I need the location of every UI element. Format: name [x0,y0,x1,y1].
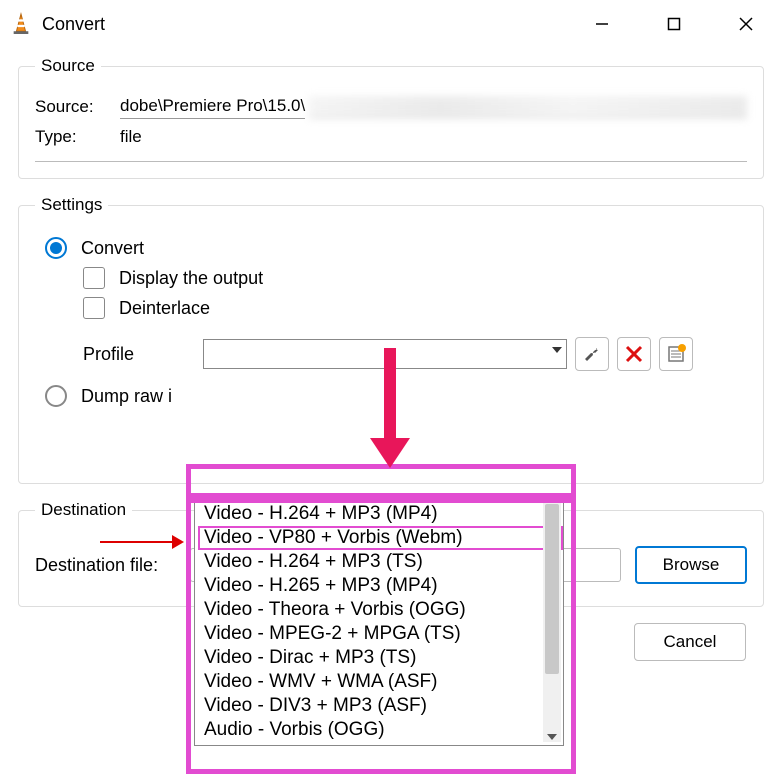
dropdown-scrollbar[interactable] [543,502,561,742]
vlc-cone-icon [10,12,32,36]
window-title: Convert [42,14,105,35]
profile-option[interactable]: Audio - Vorbis (OGG) [198,718,563,742]
new-list-icon [666,344,686,364]
settings-legend: Settings [35,195,108,215]
minimize-button[interactable] [566,0,638,48]
scrollbar-thumb[interactable] [545,504,559,674]
deinterlace-label: Deinterlace [119,298,210,319]
delete-profile-button[interactable] [617,337,651,371]
checkbox-empty-icon [83,267,105,289]
wrench-icon [582,344,602,364]
browse-button[interactable]: Browse [635,546,747,584]
radio-unchecked-icon [45,385,67,407]
profile-option[interactable]: Video - WMV + WMA (ASF) [198,670,563,694]
type-value: file [120,127,142,147]
dump-raw-label: Dump raw i [81,386,172,407]
deinterlace-checkbox[interactable]: Deinterlace [83,297,747,319]
window-controls [566,0,782,48]
radio-checked-icon [45,237,67,259]
new-profile-button[interactable] [659,337,693,371]
type-label: Type: [35,127,120,147]
dump-raw-radio-row[interactable]: Dump raw i [45,385,747,407]
profile-option[interactable]: Video - H.264 + MP3 (TS) [198,550,563,574]
source-path-redacted [309,96,747,118]
profile-option-highlighted[interactable]: Video - VP80 + Vorbis (Webm) [198,526,563,550]
settings-group: Settings Convert Display the output Dein… [18,195,764,484]
profile-dropdown-list[interactable]: Video - H.264 + MP3 (MP4) Video - VP80 +… [194,498,564,746]
profile-option[interactable]: Video - Dirac + MP3 (TS) [198,646,563,670]
cancel-button[interactable]: Cancel [634,623,746,661]
display-output-label: Display the output [119,268,263,289]
source-label: Source: [35,97,120,117]
profile-combobox[interactable] [203,339,567,369]
profile-option[interactable]: Video - Theora + Vorbis (OGG) [198,598,563,622]
profile-option[interactable]: Video - H.264 + MP3 (MP4) [198,502,563,526]
maximize-button[interactable] [638,0,710,48]
chevron-down-icon [552,347,562,353]
profile-label: Profile [83,344,203,365]
destination-file-label: Destination file: [35,555,190,576]
scroll-down-icon[interactable] [547,734,557,740]
titlebar: Convert [0,0,782,48]
profile-option[interactable]: Video - H.265 + MP3 (MP4) [198,574,563,598]
destination-legend: Destination [35,500,132,520]
x-red-icon [625,345,643,363]
display-output-checkbox[interactable]: Display the output [83,267,747,289]
source-legend: Source [35,56,101,76]
close-button[interactable] [710,0,782,48]
convert-radio-label: Convert [81,238,144,259]
annotation-highlight-combobox [186,464,576,498]
edit-profile-button[interactable] [575,337,609,371]
profile-option[interactable]: Video - MPEG-2 + MPGA (TS) [198,622,563,646]
convert-radio-row[interactable]: Convert [45,237,747,259]
source-group: Source Source: dobe\Premiere Pro\15.0\ T… [18,56,764,179]
profile-dropdown-open: Video - H.264 + MP3 (MP4) Video - VP80 +… [194,498,568,746]
checkbox-empty-icon [83,297,105,319]
source-path: dobe\Premiere Pro\15.0\ [120,94,305,119]
profile-option[interactable]: Video - DIV3 + MP3 (ASF) [198,694,563,718]
